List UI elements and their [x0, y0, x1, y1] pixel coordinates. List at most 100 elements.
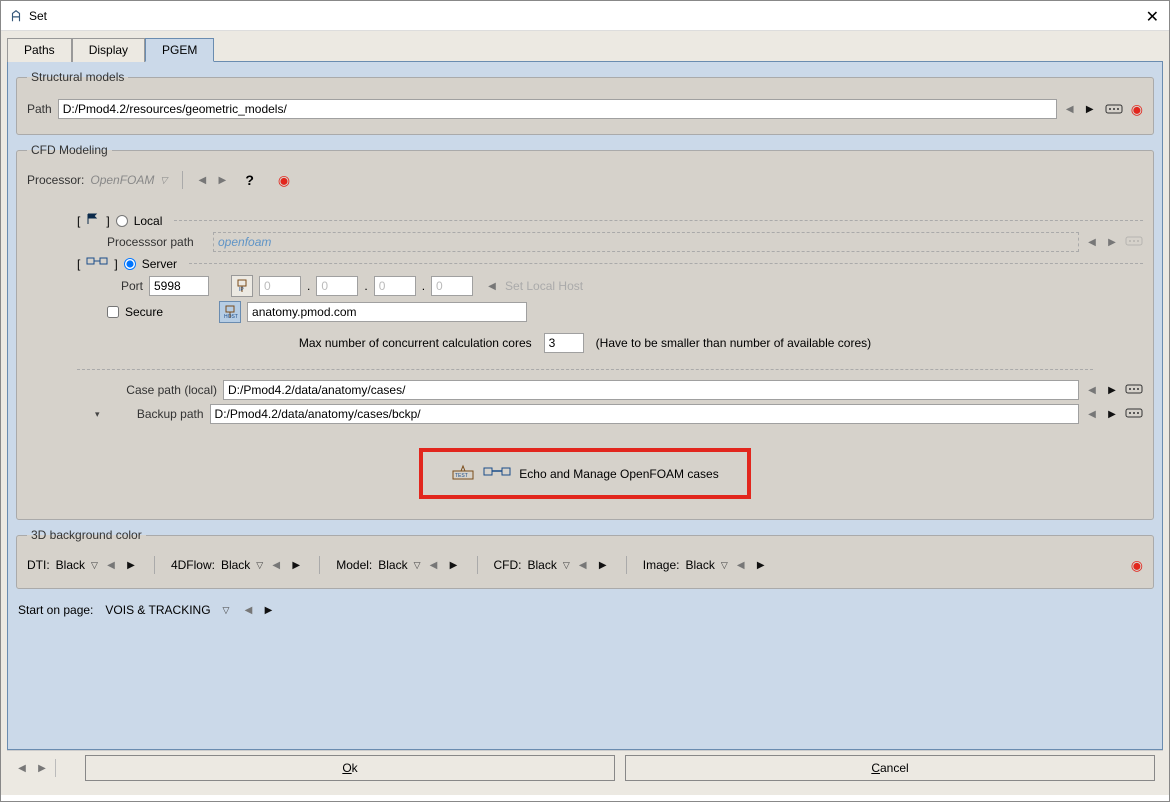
procpath-next-icon: ▶	[1105, 233, 1119, 251]
structural-next-icon[interactable]: ▶	[1083, 100, 1097, 118]
ip-field-2	[316, 276, 358, 296]
flag-icon	[86, 213, 100, 228]
page-prev-icon[interactable]: ◀	[15, 759, 29, 777]
echo-manage-button[interactable]: TEST Echo and Manage OpenFOAM cases	[419, 448, 750, 499]
local-label: Local	[134, 214, 163, 228]
bg-reset-icon[interactable]: ◉	[1131, 557, 1143, 574]
processor-dropdown[interactable]: OpenFOAM ▽	[90, 173, 170, 187]
bg-cfd-prev[interactable]: ◀	[576, 556, 590, 574]
dash-line-2	[189, 263, 1143, 264]
bg-dti-value[interactable]: Black	[56, 558, 85, 572]
bg-cfd-value[interactable]: Black	[528, 558, 557, 572]
port-label: Port	[107, 279, 143, 293]
cancel-button[interactable]: Cancel	[625, 755, 1155, 781]
bg-img-prev[interactable]: ◀	[734, 556, 748, 574]
separator	[626, 556, 627, 574]
secure-label: Secure	[125, 305, 163, 319]
page-next-icon[interactable]: ▶	[35, 759, 49, 777]
start-next-icon[interactable]: ▶	[261, 601, 275, 619]
separator	[182, 171, 183, 189]
help-icon[interactable]: ?	[245, 172, 254, 188]
structural-models-group: Structural models Path ◀ ▶ ◉	[16, 70, 1154, 135]
host-input[interactable]	[247, 302, 527, 322]
structural-path-input[interactable]	[58, 99, 1057, 119]
chevron-down-icon[interactable]: ▽	[223, 605, 230, 616]
backup-path-input[interactable]	[210, 404, 1079, 424]
procpath-browse-icon	[1125, 235, 1143, 250]
structural-prev-icon[interactable]: ◀	[1063, 100, 1077, 118]
set-local-host-button: Set Local Host	[505, 279, 583, 293]
tab-display[interactable]: Display	[72, 38, 145, 62]
max-cores-input[interactable]	[544, 333, 584, 353]
port-input[interactable]	[149, 276, 209, 296]
local-radio[interactable]	[116, 215, 128, 227]
server-label: Server	[142, 257, 177, 271]
structural-path-label: Path	[27, 102, 52, 116]
backup-next-icon[interactable]: ▶	[1105, 405, 1119, 423]
start-on-page-label: Start on page:	[18, 603, 93, 617]
bg-cfd-label: CFD:	[494, 558, 522, 572]
bg-dti-prev[interactable]: ◀	[104, 556, 118, 574]
svg-text:TEST: TEST	[455, 473, 468, 479]
structural-browse-button[interactable]	[1103, 98, 1125, 120]
bg-legend: 3D background color	[27, 528, 146, 542]
ok-button[interactable]: Ok	[85, 755, 615, 781]
backup-path-label: Backup path	[106, 407, 204, 421]
procpath-prev-icon: ◀	[1085, 233, 1099, 251]
bracket-open: [	[77, 214, 80, 228]
bg-dti-next[interactable]: ▶	[124, 556, 138, 574]
svg-text:HOST: HOST	[224, 314, 238, 320]
casepath-browse-icon[interactable]	[1125, 383, 1143, 398]
tab-bar: Paths Display PGEM	[7, 37, 1163, 61]
separator	[319, 556, 320, 574]
bg-4d-next[interactable]: ▶	[289, 556, 303, 574]
chevron-down-icon[interactable]: ▽	[414, 560, 421, 571]
bg-color-group: 3D background color DTI: Black ▽ ◀ ▶ 4DF…	[16, 528, 1154, 589]
bg-dti-label: DTI:	[27, 558, 50, 572]
ip-mode-button[interactable]: IP	[231, 275, 253, 297]
bg-image-value[interactable]: Black	[685, 558, 714, 572]
chevron-down-icon[interactable]: ▽	[91, 560, 98, 571]
bracket-close-2: ]	[114, 257, 117, 271]
server-link-icon	[86, 256, 108, 271]
chevron-down-icon[interactable]: ▽	[563, 560, 570, 571]
server-radio[interactable]	[124, 258, 136, 270]
processor-reset-icon[interactable]: ◉	[278, 172, 290, 189]
processor-prev-icon[interactable]: ◀	[195, 171, 209, 189]
bg-4d-prev[interactable]: ◀	[269, 556, 283, 574]
start-prev-icon[interactable]: ◀	[241, 601, 255, 619]
host-mode-button[interactable]: HOST	[219, 301, 241, 323]
processor-path-input	[213, 232, 1079, 252]
tab-pgem[interactable]: PGEM	[145, 38, 214, 62]
bg-model-value[interactable]: Black	[378, 558, 407, 572]
start-on-page-value[interactable]: VOIS & TRACKING	[105, 603, 210, 617]
dash-divider	[77, 369, 1093, 370]
processor-value: OpenFOAM	[90, 173, 154, 187]
bg-model-label: Model:	[336, 558, 372, 572]
backup-prev-icon[interactable]: ◀	[1085, 405, 1099, 423]
bg-cfd-next[interactable]: ▶	[596, 556, 610, 574]
bg-model-prev[interactable]: ◀	[427, 556, 441, 574]
case-path-input[interactable]	[223, 380, 1079, 400]
casepath-next-icon[interactable]: ▶	[1105, 381, 1119, 399]
structural-reset-icon[interactable]: ◉	[1131, 101, 1143, 118]
chevron-down-icon[interactable]: ▽	[721, 560, 728, 571]
casepath-prev-icon[interactable]: ◀	[1085, 381, 1099, 399]
backup-browse-icon[interactable]	[1125, 407, 1143, 422]
echo-label: Echo and Manage OpenFOAM cases	[519, 467, 718, 481]
case-path-label: Case path (local)	[107, 383, 217, 397]
app-icon	[9, 9, 23, 23]
backup-expand-icon[interactable]: ▾	[95, 409, 100, 420]
test-icon: TEST	[451, 464, 475, 483]
separator	[154, 556, 155, 574]
chevron-down-icon[interactable]: ▽	[256, 560, 263, 571]
window-title: Set	[29, 9, 47, 23]
bg-model-next[interactable]: ▶	[447, 556, 461, 574]
tab-paths[interactable]: Paths	[7, 38, 72, 62]
bg-img-next[interactable]: ▶	[754, 556, 768, 574]
ip-field-3	[374, 276, 416, 296]
bg-4dflow-value[interactable]: Black	[221, 558, 250, 572]
secure-checkbox[interactable]	[107, 306, 119, 318]
processor-next-icon[interactable]: ▶	[215, 171, 229, 189]
close-icon[interactable]: ✕	[1146, 7, 1159, 27]
